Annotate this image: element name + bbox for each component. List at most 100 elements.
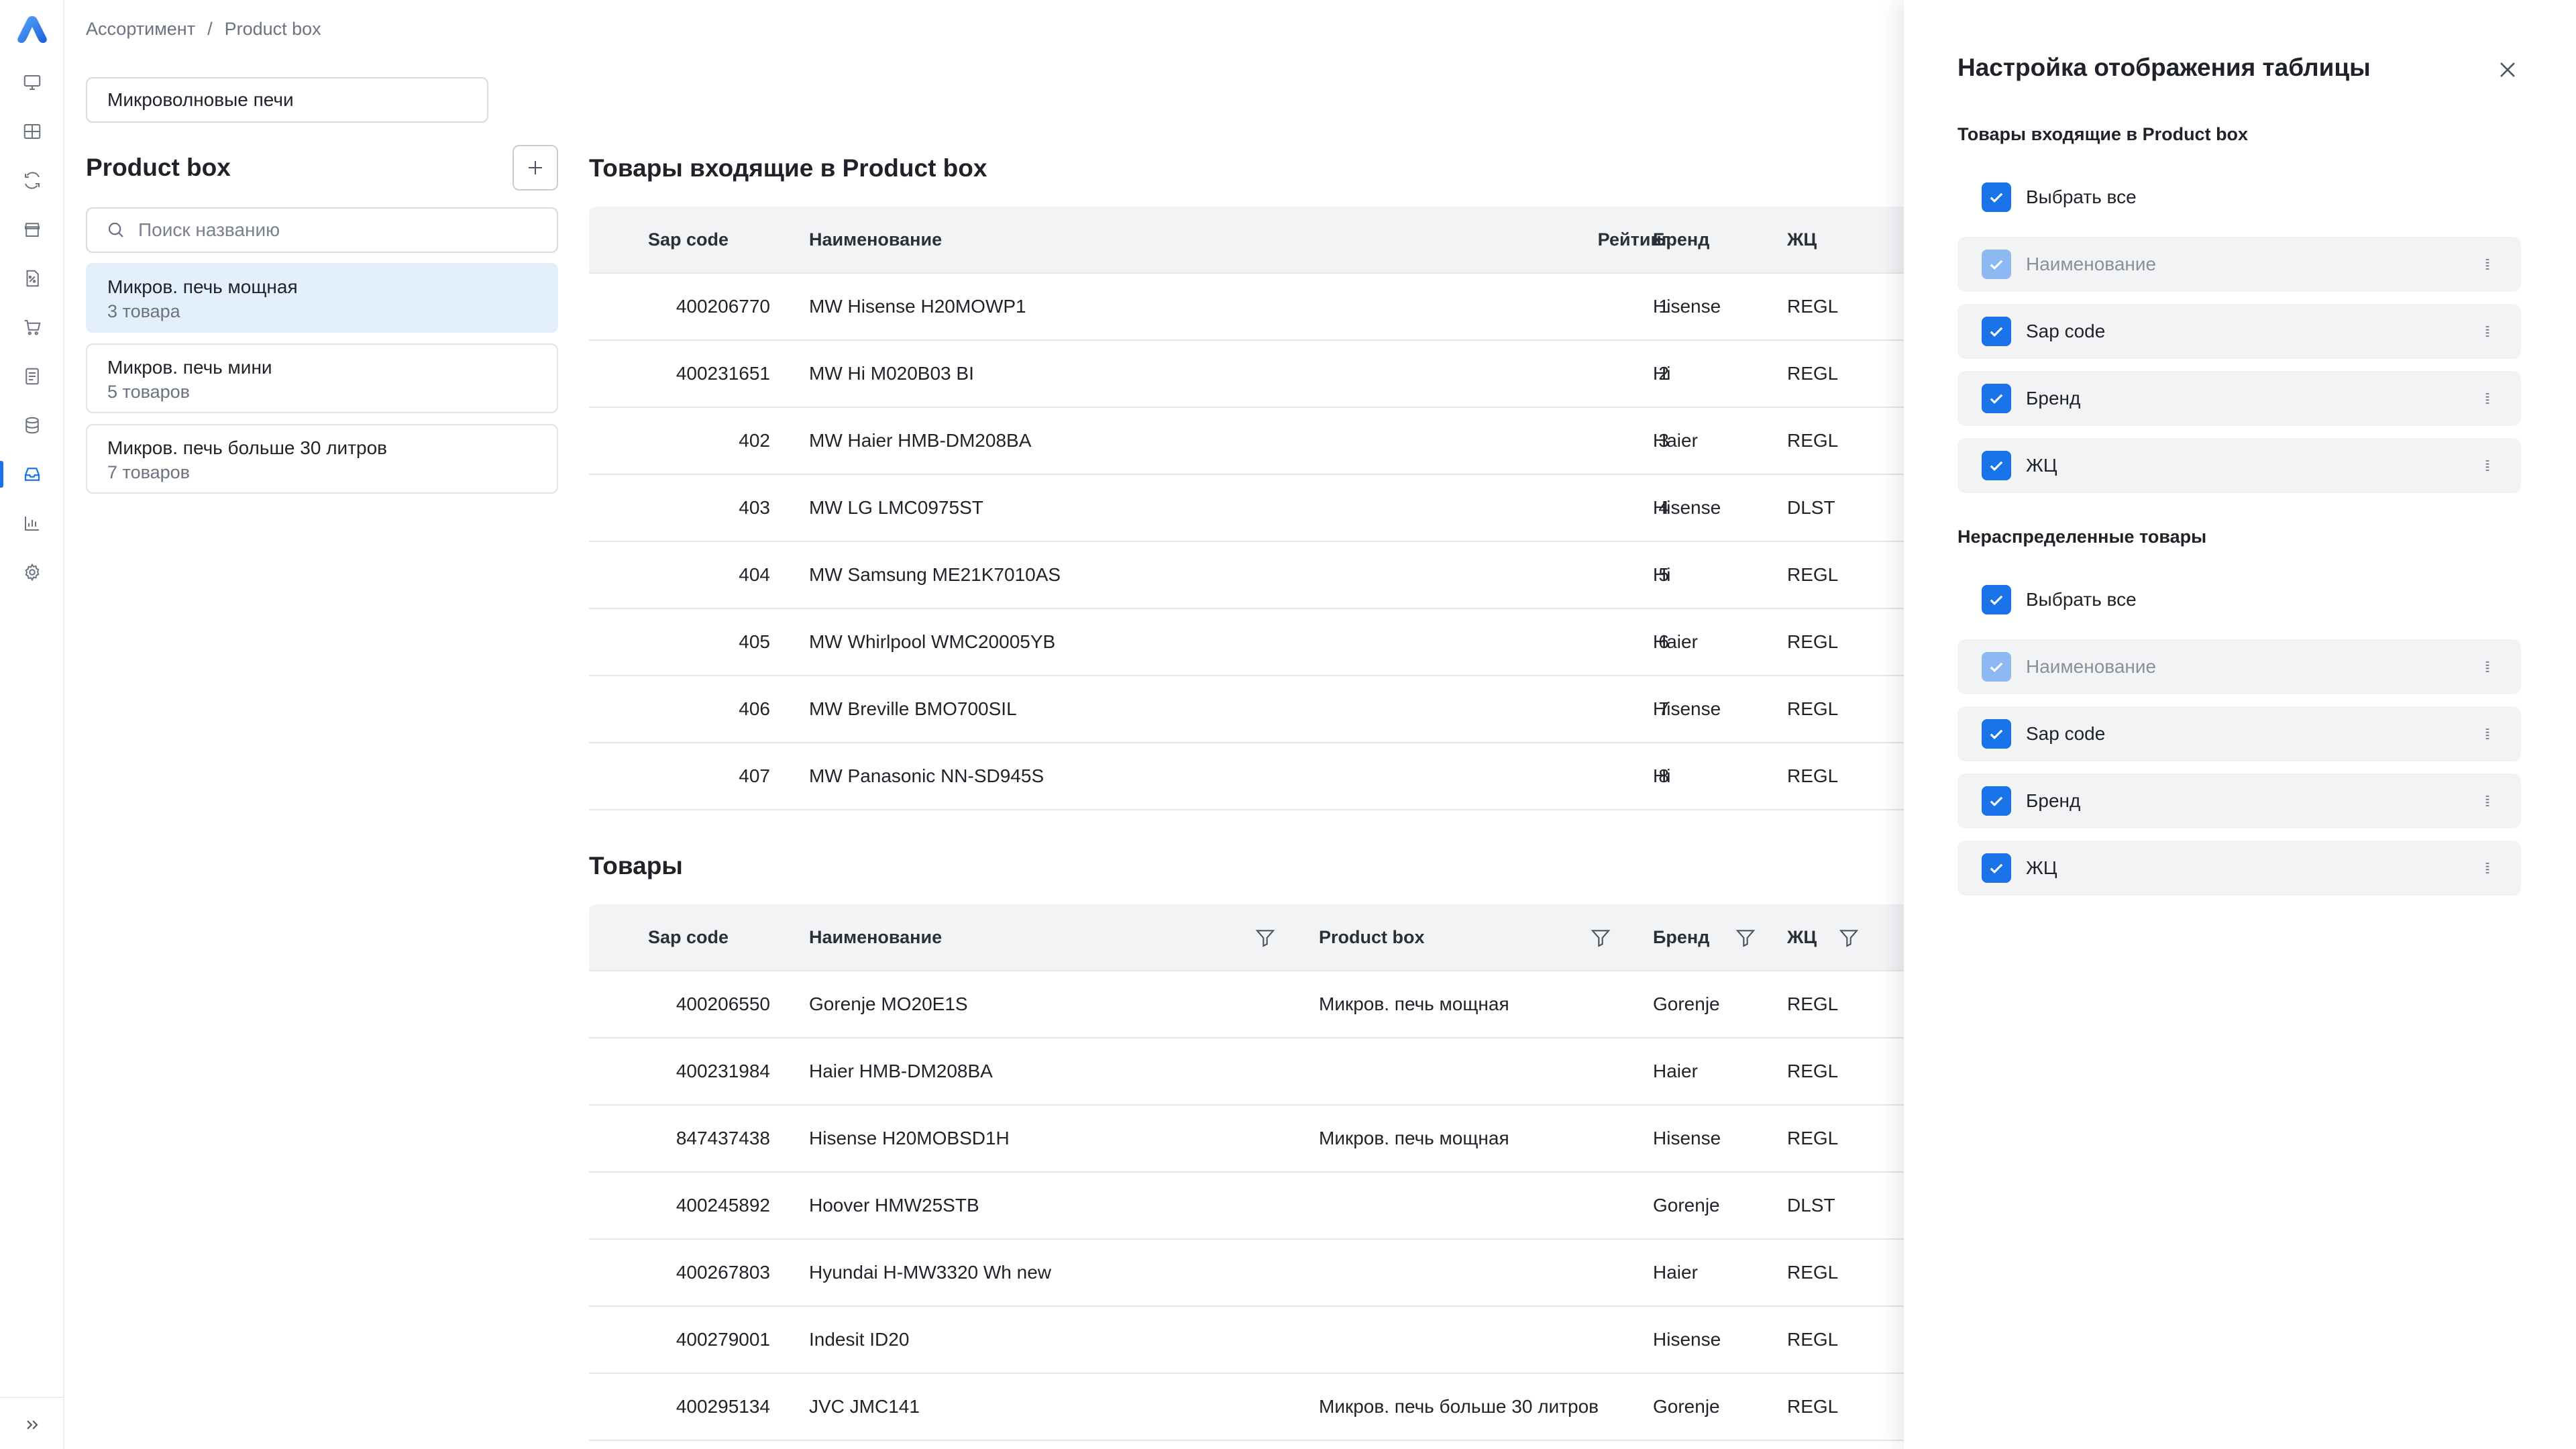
cell-sap-code: 400267803 [676, 1262, 770, 1283]
drag-handle-icon[interactable] [2478, 859, 2497, 877]
document-list-icon[interactable] [0, 358, 64, 395]
table-row[interactable]: 400231984 Haier HMB-DM208BA Haier REGL [589, 1038, 1971, 1106]
drag-handle-icon[interactable] [2478, 389, 2497, 408]
column-visibility-item[interactable]: Sap code [1957, 706, 2521, 761]
product-box-item[interactable]: Микров. печь мини 5 товаров [86, 343, 558, 413]
table-row[interactable]: 407 MW Panasonic NN-SD945S 8 Hi REGL [589, 743, 1971, 810]
checkbox-checked-icon[interactable] [1982, 786, 2011, 816]
breadcrumb-assortment[interactable]: Ассортимент [86, 19, 195, 40]
drag-handle-icon[interactable] [2478, 657, 2497, 676]
bar-chart-icon[interactable] [0, 504, 64, 542]
checkbox-checked-icon[interactable] [1982, 317, 2011, 346]
column-visibility-item[interactable]: Sap code [1957, 304, 2521, 359]
column-visibility-item[interactable]: ЖЦ [1957, 841, 2521, 896]
search-input[interactable] [138, 219, 514, 241]
table-row[interactable]: 400206550 Gorenje MO20E1S Микров. печь мощ… [589, 971, 1971, 1038]
table-row[interactable]: 402 MW Haier HMB-DM208BA 3 Haier REGL [589, 408, 1971, 475]
table-row[interactable]: 400295134 JVC JMC141 Микров. печь больше 3… [589, 1374, 1971, 1441]
col-lc[interactable]: ЖЦ [1787, 207, 1817, 272]
table-row[interactable]: 400206770 MW Hisense H20MOWP1 1 Hisense REGL [589, 274, 1971, 341]
drag-handle-icon[interactable] [2478, 792, 2497, 810]
filter-icon[interactable] [1590, 927, 1611, 949]
cell-lc: REGL [1787, 1128, 1839, 1148]
cell-name: MW Panasonic NN-SD945S [809, 765, 1044, 786]
drag-handle-icon[interactable] [2478, 724, 2497, 743]
cell-product-box: Микров. печь больше 30 литров [1319, 1396, 1599, 1417]
col-sap-code[interactable]: Sap code [648, 207, 729, 272]
select-all-checkbox[interactable]: Выбрать все [1957, 572, 2521, 627]
cell-rating: 8 [1658, 765, 1669, 786]
refresh-icon[interactable] [0, 162, 64, 199]
column-visibility-item[interactable]: ЖЦ [1957, 438, 2521, 493]
product-box-search[interactable] [86, 207, 558, 253]
table-row[interactable]: 400267803 Hyundai H-MW3320 Wh new Haier REG… [589, 1240, 1971, 1307]
column-label: Sap code [2026, 321, 2106, 341]
drag-handle-icon[interactable] [2478, 456, 2497, 475]
product-box-item-name: Микров. печь больше 30 литров [107, 437, 388, 458]
col-lc[interactable]: ЖЦ [1787, 904, 1817, 970]
table-row[interactable]: 400279001 Indesit ID20 Hisense REGL [589, 1307, 1971, 1374]
cell-sap-code: 400206770 [676, 296, 770, 317]
inbox-icon[interactable] [0, 455, 64, 493]
expand-sidebar-icon[interactable] [0, 1406, 64, 1444]
checkbox-checked-icon[interactable] [1982, 182, 2011, 212]
checkbox-checked-icon[interactable] [1982, 384, 2011, 413]
app-logo-icon[interactable] [16, 15, 48, 44]
table-row[interactable]: 403 MW LG LMC0975ST 4 Hisense DLST [589, 475, 1971, 542]
column-label: Бренд [2026, 790, 2081, 811]
product-box-item[interactable]: Микров. печь больше 30 литров 7 товаров [86, 424, 558, 494]
drag-handle-icon[interactable] [2478, 255, 2497, 274]
table-row[interactable]: 404 MW Samsung ME21K7010AS 5 Hi REGL [589, 542, 1971, 609]
column-visibility-item[interactable]: Бренд [1957, 371, 2521, 426]
checkbox-checked-icon[interactable] [1982, 585, 2011, 614]
col-brand[interactable]: Бренд [1653, 904, 1709, 970]
database-icon[interactable] [0, 407, 64, 444]
filter-icon[interactable] [1735, 927, 1756, 949]
cell-name: MW Whirlpool WMC20005YB [809, 631, 1056, 652]
monitor-icon[interactable] [0, 64, 64, 101]
close-icon[interactable] [2491, 54, 2524, 86]
percent-doc-icon[interactable] [0, 260, 64, 297]
col-rating[interactable]: Рейтинг [1528, 207, 1669, 272]
col-brand[interactable]: Бренд [1653, 207, 1709, 272]
column-visibility-item[interactable]: Наименование [1957, 639, 2521, 694]
store-icon[interactable] [0, 211, 64, 248]
table-row[interactable]: 405 MW Whirlpool WMC20005YB 6 Haier REGL [589, 609, 1971, 676]
table-row[interactable]: 400245892 Hoover HMW25STB Gorenje DLST [589, 1173, 1971, 1240]
grid-icon[interactable] [0, 113, 64, 150]
gear-icon[interactable] [0, 553, 64, 591]
search-icon [108, 222, 123, 237]
col-sap-code[interactable]: Sap code [648, 904, 729, 970]
col-name[interactable]: Наименование [809, 207, 942, 272]
cell-brand: Hi [1653, 363, 1671, 384]
checkbox-checked-icon[interactable] [1982, 451, 2011, 480]
filter-icon[interactable] [1254, 927, 1276, 949]
plus-icon [529, 161, 542, 174]
cart-icon[interactable] [0, 309, 64, 346]
select-all-checkbox[interactable]: Выбрать все [1957, 170, 2521, 225]
column-visibility-item[interactable]: Наименование [1957, 237, 2521, 292]
table-row[interactable]: 847437438 Hisense H20MOBSD1H Микров. печь … [589, 1106, 1971, 1173]
cell-sap-code: 406 [739, 698, 770, 719]
col-name[interactable]: Наименование [809, 904, 942, 970]
category-select[interactable]: Микроволновые печи [86, 77, 488, 123]
cell-lc: REGL [1787, 631, 1839, 652]
cell-name: MW Hi M020B03 BI [809, 363, 974, 384]
cell-brand: Hi [1653, 564, 1671, 585]
checkbox-checked-icon[interactable] [1982, 719, 2011, 749]
checkbox-checked-icon[interactable] [1982, 853, 2011, 883]
table-row[interactable]: 400231651 MW Hi M020B03 BI 2 Hi REGL [589, 341, 1971, 408]
checkbox-label: Выбрать все [2026, 589, 2137, 610]
filter-icon[interactable] [1838, 927, 1860, 949]
cell-lc: REGL [1787, 1262, 1839, 1283]
table-row[interactable]: 406 MW Breville BMO700SIL 7 Hisense REGL [589, 676, 1971, 743]
cell-name: Hyundai H-MW3320 Wh new [809, 1262, 1052, 1283]
drag-handle-icon[interactable] [2478, 322, 2497, 341]
col-product-box[interactable]: Product box [1319, 904, 1425, 970]
cell-brand: Hi [1653, 765, 1671, 786]
add-product-box-button[interactable] [513, 145, 558, 191]
cell-lc: REGL [1787, 363, 1839, 384]
column-visibility-item[interactable]: Бренд [1957, 773, 2521, 828]
goods-table: Sap code Наименование Product box Бренд … [589, 904, 1971, 1441]
product-box-item[interactable]: Микров. печь мощная 3 товара [86, 263, 558, 333]
